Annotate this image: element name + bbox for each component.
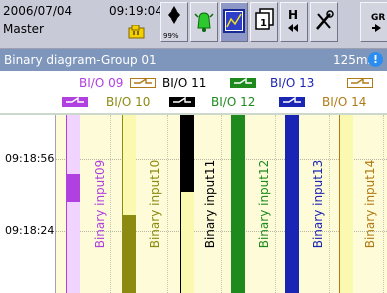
- state-off-segment: [66, 115, 80, 174]
- time-label: 09:18:24: [5, 224, 55, 237]
- legend-item-bio-12: BI/O 12: [160, 94, 275, 110]
- channel-label-text: Binary input13: [311, 159, 325, 249]
- state-on-segment: [66, 174, 80, 202]
- lane-gridline: [110, 115, 111, 293]
- channel-label-13: Binary input13: [311, 115, 325, 293]
- pages-icon: 1: [255, 8, 274, 30]
- svg-text:GR: GR: [371, 13, 385, 23]
- channel-bar-9: [66, 115, 80, 293]
- state-on-segment: [285, 115, 299, 293]
- svg-text:H: H: [288, 8, 298, 22]
- lane-gridline: [329, 115, 330, 293]
- legend-item-bio-14: BI/O 14: [279, 94, 387, 110]
- binary-diagram[interactable]: 09:18:56 09:18:24 Binary input09 Binary i…: [0, 115, 387, 293]
- trend-chart-icon: [223, 9, 245, 33]
- legend-item-bio-09: BI/O 09: [0, 75, 130, 91]
- channel-label-14: Binary input14: [363, 115, 377, 293]
- channel-bar-10: [122, 115, 136, 293]
- info-icon[interactable]: !: [368, 52, 383, 67]
- legend-label: BI/O 12: [211, 95, 256, 109]
- channel-bar-12: [231, 115, 245, 293]
- channel-legend: BI/O 09 BI/O 11 BI/O 13 BI/O 10 BI/O 12 …: [0, 71, 387, 115]
- toolbar: 2006/07/04 Master 09:19:04 99% 1 H GR: [0, 0, 387, 49]
- channel-label-text: Binary input09: [93, 159, 107, 249]
- user-display: Master: [3, 22, 44, 36]
- channel-label-text: Binary input10: [148, 159, 162, 249]
- storage-button[interactable]: 99%: [160, 2, 188, 42]
- history-button[interactable]: H: [280, 2, 308, 42]
- state-on-icon: [230, 78, 256, 88]
- tools-icon: [316, 10, 334, 30]
- channel-bar-11: [180, 115, 194, 293]
- channel-label-12: Binary input12: [257, 115, 271, 293]
- lane-gridline: [221, 115, 222, 293]
- group-arrow-icon: GR: [371, 13, 385, 32]
- memory-card-icon: [128, 25, 145, 39]
- settings-button[interactable]: [310, 2, 338, 42]
- lane-gridline: [275, 115, 276, 293]
- legend-label: BI/O 14: [322, 95, 367, 109]
- storage-percent: 99%: [163, 32, 179, 40]
- legend-label: BI/O 11: [162, 76, 207, 90]
- state-off-segment: [339, 115, 353, 293]
- channel-label-text: Binary input11: [203, 159, 217, 249]
- lane-gridline: [167, 115, 168, 293]
- state-on-icon: [279, 97, 305, 107]
- channel-label-10: Binary input10: [148, 115, 162, 293]
- page-title: Binary diagram-Group 01: [4, 53, 157, 67]
- legend-label: BI/O 09: [79, 76, 124, 90]
- date-display: 2006/07/04: [3, 4, 73, 18]
- lane-gridline: [383, 115, 384, 293]
- channel-label-text: Binary input14: [363, 159, 377, 249]
- channel-label-text: Binary input12: [257, 159, 271, 249]
- legend-item-bio-10: BI/O 10: [0, 94, 150, 110]
- group-next-button[interactable]: GR: [360, 2, 387, 42]
- channel-bar-13: [285, 115, 299, 293]
- state-off-icon: [347, 78, 373, 88]
- state-on-segment: [122, 215, 136, 293]
- state-off-segment: [122, 115, 136, 215]
- state-off-segment: [180, 192, 194, 293]
- h-rewind-icon: H: [288, 8, 298, 32]
- trend-view-button[interactable]: [220, 2, 248, 42]
- legend-label: BI/O 10: [106, 95, 151, 109]
- title-bar: Binary diagram-Group 01 125ms !: [0, 49, 387, 71]
- legend-label: BI/O 13: [270, 76, 315, 90]
- channel-label-9: Binary input09: [93, 115, 107, 293]
- state-on-segment: [231, 115, 245, 293]
- legend-item-bio-13: BI/O 13: [230, 75, 387, 91]
- time-label: 09:18:56: [5, 152, 55, 165]
- state-on-icon: [62, 97, 88, 107]
- state-off-icon: [130, 78, 156, 88]
- state-on-icon: [169, 97, 195, 107]
- channel-label-11: Binary input11: [203, 115, 217, 293]
- time-display: 09:19:04: [109, 4, 163, 18]
- state-on-segment: [180, 115, 194, 192]
- state-off-segment: [66, 202, 80, 293]
- channel-bar-14: [339, 115, 353, 293]
- alarm-button[interactable]: [190, 2, 218, 42]
- display-switch-button[interactable]: 1: [250, 2, 278, 42]
- time-axis: 09:18:56 09:18:24: [0, 115, 56, 293]
- bell-icon: [194, 12, 214, 32]
- svg-text:1: 1: [260, 18, 267, 29]
